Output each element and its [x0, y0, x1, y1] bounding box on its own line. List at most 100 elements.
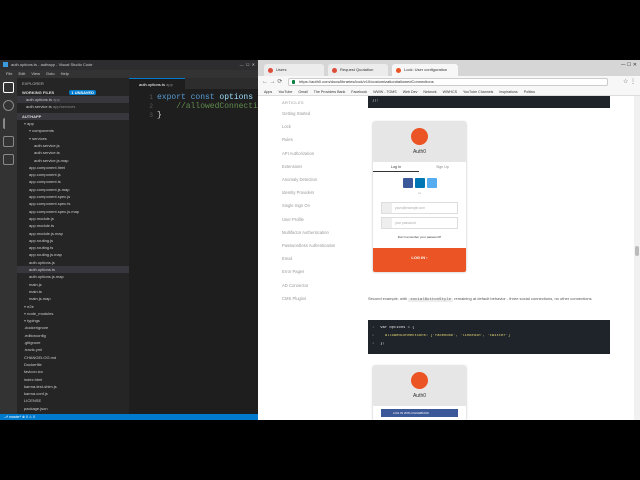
nav-link[interactable]: API Authorization [282, 151, 314, 156]
open-file-auth-options[interactable]: auth.options.ts app [17, 96, 129, 103]
window-controls[interactable]: — ☐ ✕ [240, 60, 255, 70]
file-item[interactable]: .travis.yml [17, 346, 129, 353]
nav-link[interactable]: Anomaly Detection [282, 177, 317, 182]
file-item[interactable]: app.routing.js [17, 237, 129, 244]
file-item[interactable]: auth.service.ts [17, 149, 129, 156]
nav-link[interactable]: Lock [282, 124, 291, 129]
file-item[interactable]: auth.options.js [17, 259, 129, 266]
folder-item[interactable]: ▾ typings [17, 317, 129, 324]
editor-tab[interactable]: auth.options.ts app [129, 78, 185, 89]
file-item[interactable]: karma.conf.js [17, 390, 129, 397]
nav-link[interactable]: Rules [282, 137, 293, 142]
folder-item[interactable]: ▾ components [17, 127, 129, 134]
file-item[interactable]: app.component.html [17, 164, 129, 171]
nav-link[interactable]: AD Connector [282, 283, 308, 288]
code-line-3[interactable]: 3} [129, 111, 258, 120]
file-item[interactable]: app.component.spec.js [17, 193, 129, 200]
file-item[interactable]: favicon.ico [17, 368, 129, 375]
bookmark-item[interactable]: Facebook [351, 90, 367, 94]
file-item[interactable]: LICENSE [17, 397, 129, 404]
file-item[interactable]: main.js [17, 281, 129, 288]
email-field[interactable]: yours@example.com [381, 202, 458, 214]
login-tab[interactable]: Log In [373, 162, 419, 172]
file-item[interactable]: app.component.spec.ts [17, 200, 129, 207]
browser-tab-lock[interactable]: Lock: User configuration [392, 64, 458, 76]
file-item[interactable]: main.ts [17, 288, 129, 295]
file-item[interactable]: auth.options.ts [17, 266, 129, 273]
nav-link[interactable]: Passwordless Authentication [282, 243, 335, 248]
nav-link[interactable]: Error Pages [282, 269, 304, 274]
nav-link[interactable]: CMS Plugins [282, 296, 306, 301]
file-item[interactable]: app.component.ts [17, 178, 129, 185]
debug-icon[interactable] [3, 136, 14, 147]
menu-view[interactable]: View [31, 71, 40, 76]
forgot-password-link[interactable]: Don't remember your password? [373, 235, 466, 239]
folder-item[interactable]: ▾ e2e [17, 303, 129, 310]
browser-tab-users[interactable]: Users [264, 64, 324, 76]
folder-item[interactable]: ▾ services [17, 135, 129, 142]
menu-help[interactable]: Help [61, 71, 69, 76]
file-item[interactable]: app.module.ts [17, 222, 129, 229]
search-icon[interactable] [3, 100, 14, 111]
file-item[interactable]: index.html [17, 376, 129, 383]
explorer-icon[interactable] [3, 82, 14, 93]
nav-link[interactable]: User Profile [282, 217, 304, 222]
file-item[interactable]: .editorconfig [17, 332, 129, 339]
bookmark-item[interactable]: Web Dev [403, 90, 418, 94]
bookmark-item[interactable]: YouTube Channels [463, 90, 493, 94]
nav-link[interactable]: Extensions [282, 164, 302, 169]
file-item[interactable]: app.routing.js.map [17, 251, 129, 258]
bookmark-item[interactable]: Gmail [298, 90, 307, 94]
menu-file[interactable]: File [6, 71, 12, 76]
project-header[interactable]: AUTHAPP [17, 113, 129, 120]
file-item[interactable]: auth.service.js [17, 142, 129, 149]
scrollbar-thumb[interactable] [635, 246, 639, 256]
facebook-button[interactable] [403, 178, 413, 188]
file-item[interactable]: .dockerignore [17, 324, 129, 331]
bookmark-item[interactable]: WWHCS [443, 90, 457, 94]
status-text[interactable]: ⎇ master* ⊗ 0 ⚠ 0 [4, 415, 35, 419]
code-line-1[interactable]: 1export const options = { [129, 93, 258, 102]
bookmark-item[interactable]: Apps [264, 90, 272, 94]
file-item[interactable]: app.component.js [17, 171, 129, 178]
file-item[interactable]: app.component.js.map [17, 186, 129, 193]
bookmark-item[interactable]: Inspirations [499, 90, 517, 94]
file-item[interactable]: app.module.js [17, 215, 129, 222]
folder-item[interactable]: ▾ node_modules [17, 310, 129, 317]
file-item[interactable]: package.json [17, 405, 129, 412]
file-item[interactable]: Dockerfile [17, 361, 129, 368]
linkedin-button[interactable] [415, 178, 425, 188]
menu-edit[interactable]: Edit [18, 71, 25, 76]
nav-arrows-icon[interactable]: ← → ⟳ [262, 78, 282, 86]
file-item[interactable]: main.js.map [17, 295, 129, 302]
password-field[interactable]: your password [381, 217, 458, 229]
file-item[interactable]: CHANGELOG.md [17, 354, 129, 361]
window-controls[interactable]: — ☐ ✕ [621, 62, 637, 68]
git-icon[interactable] [3, 118, 14, 129]
browser-tab-quotation[interactable]: Request Quotation [328, 64, 388, 76]
login-submit-button[interactable]: LOG IN › [373, 248, 466, 272]
file-item[interactable]: app.component.spec.js.map [17, 208, 129, 215]
file-item[interactable]: auth.options.js.map [17, 273, 129, 280]
code-line-2[interactable]: 2 //allowedConnection [129, 102, 258, 111]
nav-link[interactable]: Multifactor Authentication [282, 230, 329, 235]
menu-goto[interactable]: Goto [46, 71, 55, 76]
nav-link[interactable]: Identity Providers [282, 190, 314, 195]
bookmark-item[interactable]: WWW - TOMS [373, 90, 397, 94]
file-item[interactable]: app.module.js.map [17, 230, 129, 237]
folder-item[interactable]: ▾ app [17, 120, 129, 127]
open-file-auth-service[interactable]: auth.service.ts app/services [17, 103, 129, 110]
file-item[interactable]: karma-test-shim.js [17, 383, 129, 390]
nav-link[interactable]: Getting Started [282, 111, 310, 116]
page-scrollbar[interactable] [634, 96, 640, 420]
twitter-button[interactable] [427, 178, 437, 188]
editor-area[interactable]: auth.options.ts app 1 export const option… [129, 78, 258, 414]
bookmark-item[interactable]: YouTube [278, 90, 292, 94]
bookmark-item[interactable]: Politics [524, 90, 535, 94]
file-item[interactable]: app.routing.ts [17, 244, 129, 251]
bookmark-item[interactable]: Network [423, 90, 436, 94]
facebook-login-button[interactable]: LOG IN WITH FACEBOOK [381, 409, 458, 417]
extensions-icon[interactable] [3, 154, 14, 165]
menu-icon[interactable]: ☆ ⋮ [623, 78, 636, 86]
nav-link[interactable]: Email [282, 256, 292, 261]
